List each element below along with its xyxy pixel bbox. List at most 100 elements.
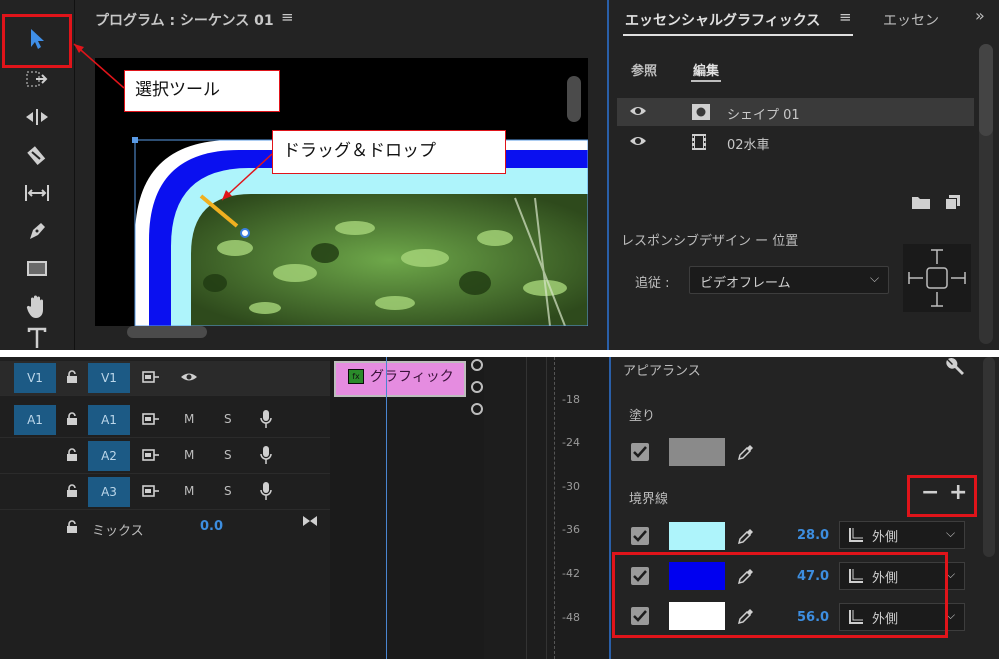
rectangle-tool[interactable]	[18, 252, 56, 286]
stroke-label: 境界線	[629, 492, 669, 507]
microphone-icon[interactable]	[260, 445, 272, 465]
mute-button[interactable]: M	[184, 448, 194, 462]
eye-icon[interactable]	[629, 104, 647, 118]
stroke-color-swatch[interactable]	[669, 522, 725, 550]
layer-name: シェイプ 01	[727, 108, 800, 123]
strokes-highlight	[612, 552, 948, 638]
track-row-a1: A1 A1 M S	[0, 403, 330, 438]
slip-tool[interactable]	[18, 176, 56, 210]
lock-icon[interactable]	[66, 484, 78, 498]
eye-icon[interactable]	[180, 371, 198, 383]
mix-value[interactable]: 0.0	[200, 519, 223, 534]
chevron-down-icon: ⌵	[946, 526, 956, 540]
lock-icon[interactable]	[66, 412, 78, 426]
track-target-a3[interactable]: A3	[88, 477, 130, 507]
lock-icon[interactable]	[66, 370, 78, 384]
drag-drop-callout: ドラッグ＆ドロップ	[272, 130, 506, 174]
follow-label: 追従 :	[635, 276, 670, 291]
new-layer-icon[interactable]	[945, 194, 961, 210]
ripple-edit-tool[interactable]	[18, 100, 56, 134]
eyedropper-icon[interactable]	[737, 443, 755, 461]
solo-button[interactable]: S	[224, 484, 232, 498]
mix-label: ミックス	[92, 524, 144, 539]
fill-color-swatch[interactable]	[669, 438, 725, 466]
rectangle-icon	[27, 261, 47, 276]
tab-essential-secondary[interactable]: エッセン	[883, 10, 939, 30]
graphic-clip[interactable]: fx グラフィック	[334, 361, 466, 397]
follow-dropdown-value: ビデオフレーム	[700, 276, 791, 291]
mute-button[interactable]: M	[184, 484, 194, 498]
screenshot-separator	[0, 350, 999, 357]
pin-edges-icon	[908, 249, 966, 307]
sync-lock-icon[interactable]	[142, 412, 160, 426]
audio-meter: -18 -24 -30 -36 -42 -48	[486, 357, 608, 659]
track-select-icon	[26, 71, 48, 87]
eyedropper-icon[interactable]	[737, 527, 755, 545]
meter-label: -36	[562, 523, 580, 536]
tab-essential-graphics[interactable]: エッセンシャルグラフィックス	[625, 10, 820, 30]
track-target-a2[interactable]: A2	[88, 441, 130, 471]
bowtie-icon[interactable]	[302, 515, 318, 527]
source-patch-v1[interactable]: V1	[14, 363, 56, 393]
stroke-outer-icon	[849, 528, 863, 542]
lock-icon[interactable]	[66, 448, 78, 462]
timeline-clip-area[interactable]	[330, 357, 470, 659]
monitor-vertical-scrollbar[interactable]	[567, 76, 581, 122]
fill-checkbox[interactable]	[631, 443, 649, 461]
new-group-folder-icon[interactable]	[911, 194, 931, 210]
lock-icon[interactable]	[66, 520, 78, 534]
type-tool[interactable]	[18, 326, 56, 350]
scroll-handle-icons	[471, 359, 483, 415]
stroke-side-dropdown[interactable]: 外側 ⌵	[839, 521, 965, 549]
hamburger-icon[interactable]: ≡	[839, 8, 852, 26]
hand-tool[interactable]	[18, 290, 56, 324]
timeline-track-headers: V1 V1 A1 A1 M S A2 M S A3 M S ミックス 0.0	[0, 357, 330, 659]
program-monitor-title: プログラム : シーケンス 01	[95, 13, 274, 29]
appearance-title: アピアランス	[623, 364, 701, 379]
stroke-width-value[interactable]: 28.0	[797, 528, 829, 543]
sync-lock-icon[interactable]	[142, 448, 160, 462]
follow-dropdown[interactable]: ビデオフレーム ⌵	[689, 266, 889, 294]
sync-lock-icon[interactable]	[142, 370, 160, 384]
microphone-icon[interactable]	[260, 409, 272, 429]
meter-label: -18	[562, 393, 580, 406]
subtab-edit[interactable]: 編集	[693, 60, 719, 79]
track-target-a1[interactable]: A1	[88, 405, 130, 435]
pin-to-edges-widget[interactable]	[903, 244, 971, 312]
eye-icon[interactable]	[629, 134, 647, 148]
meter-divider	[526, 357, 527, 659]
track-row-mix: ミックス 0.0	[0, 511, 330, 545]
pen-icon	[30, 223, 45, 239]
track-target-v1[interactable]: V1	[88, 363, 130, 393]
source-patch-a1[interactable]: A1	[14, 405, 56, 435]
pen-tool[interactable]	[18, 214, 56, 248]
razor-tool[interactable]	[18, 138, 56, 172]
panel-overflow-icon[interactable]: »	[975, 6, 985, 25]
ripple-icon	[26, 109, 48, 125]
stroke-checkbox[interactable]	[631, 527, 649, 545]
panel-scrollbar-thumb[interactable]	[979, 44, 993, 136]
chevron-down-icon: ⌵	[870, 271, 880, 285]
stroke-side-value: 外側	[872, 530, 899, 545]
meter-divider	[546, 357, 547, 659]
slip-icon	[25, 185, 49, 201]
program-monitor: プログラム : シーケンス 01 ≡	[74, 0, 607, 350]
solo-button[interactable]: S	[224, 412, 232, 426]
film-icon	[692, 134, 706, 150]
solo-button[interactable]: S	[224, 448, 232, 462]
panel-scrollbar[interactable]	[983, 357, 995, 557]
razor-icon	[27, 146, 46, 165]
monitor-horizontal-scrollbar[interactable]	[127, 326, 207, 338]
hamburger-icon[interactable]: ≡	[281, 8, 294, 26]
layer-item-shape[interactable]: シェイプ 01	[617, 98, 974, 126]
sync-lock-icon[interactable]	[142, 484, 160, 498]
type-icon	[27, 327, 47, 348]
clip-label: グラフィック	[370, 369, 454, 385]
wrench-icon[interactable]	[945, 357, 965, 377]
playhead[interactable]	[386, 357, 387, 659]
mute-button[interactable]: M	[184, 412, 194, 426]
microphone-icon[interactable]	[260, 481, 272, 501]
subtab-browse[interactable]: 参照	[631, 60, 657, 79]
layer-item-clip[interactable]: 02水車	[617, 128, 974, 156]
timeline-scrollbar[interactable]	[470, 357, 484, 659]
